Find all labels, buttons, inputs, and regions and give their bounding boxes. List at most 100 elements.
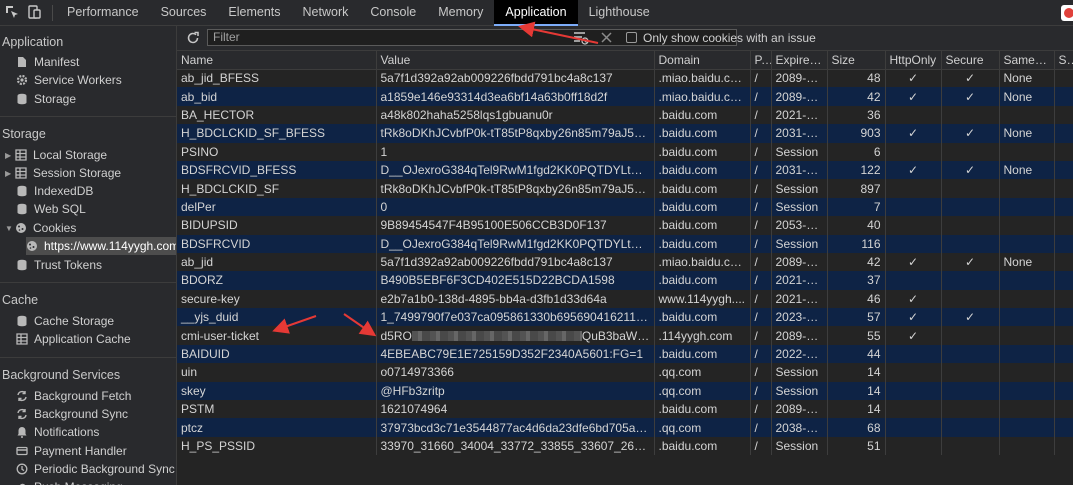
table-row[interactable]: skey @HFb3zritp .qq.com / Session 14 [177, 381, 1073, 401]
sidebar-item-trust-tokens[interactable]: Trust Tokens [16, 256, 102, 274]
sidebar-item-background-fetch[interactable]: Background Fetch [16, 387, 131, 405]
table-row[interactable]: BA_HECTOR a48k802haha5258lqs1gbuanu0r .bai… [177, 105, 1073, 125]
cell-httponly [885, 418, 942, 437]
table-row[interactable]: BIDUPSID 9B89454547F4B95100E506CCB3D0F137… [177, 216, 1073, 235]
table-row[interactable]: BDSFRCVID_BFESS D__OJexroG384qTel9RwM1fgd… [177, 160, 1073, 180]
table-row[interactable]: __yjs_duid 1_7499790f7e037ca095861330b695… [177, 308, 1073, 327]
table-row[interactable]: H_PS_PSSID 33970_31660_34004_33772_33855_… [177, 436, 1073, 456]
column-header-sa[interactable]: Sa [1054, 51, 1073, 70]
tab-memory[interactable]: Memory [427, 0, 494, 26]
cell-size: 57 [827, 308, 886, 327]
sidebar-item-label: Background Fetch [34, 389, 132, 403]
sidebar-item-web-sql[interactable]: Web SQL [16, 200, 86, 218]
table-row[interactable]: delPer 0 .baidu.com / Session 7 [177, 197, 1073, 217]
sidebar-item-session-storage[interactable]: ▶ Session Storage [5, 164, 121, 182]
table-header-row: Name Value Domain P... Expires... Size HttpOnl… [177, 51, 1073, 70]
tab-lighthouse[interactable]: Lighthouse [578, 0, 661, 26]
cell-sameparty [1054, 142, 1073, 161]
table-row[interactable]: ab_bid a1859e146e93314d3ea6bf14a63b0ff18d… [177, 87, 1073, 106]
sidebar-item-background-sync[interactable]: Background Sync [16, 405, 128, 423]
table-row[interactable]: PSINO 1 .baidu.com / Session 6 [177, 142, 1073, 161]
cell-sameparty [1054, 105, 1073, 125]
table-row[interactable]: uin o0714973366 .qq.com / Session 14 [177, 363, 1073, 382]
column-header-size[interactable]: Size [827, 51, 886, 70]
column-header-p[interactable]: P... [750, 51, 772, 70]
table-row[interactable]: ab_jid 5a7f1d392a92ab009226fbdd791bc4a8c1… [177, 252, 1073, 272]
tab-application[interactable]: Application [494, 0, 578, 26]
column-header-httponly[interactable]: HttpOnly [885, 51, 942, 70]
tab-sources[interactable]: Sources [150, 0, 218, 26]
sidebar-item-manifest[interactable]: Manifest [16, 53, 79, 71]
column-header-value[interactable]: Value [376, 51, 655, 70]
sidebar-item-cache-storage[interactable]: Cache Storage [16, 312, 114, 330]
sidebar-item-label: Manifest [34, 55, 80, 69]
cookie-table: Name Value Domain P... Expires... Size HttpOnl… [177, 51, 1073, 456]
cell-value: 1621074964 [376, 400, 655, 419]
cell-expires: 2089-0... [771, 69, 828, 88]
tab-elements[interactable]: Elements [217, 0, 291, 26]
sidebar-item-application-cache[interactable]: Application Cache [16, 330, 131, 348]
cell-name: skey [177, 381, 377, 401]
collapse-triangle-icon[interactable]: ▼ [5, 220, 15, 238]
sidebar-item-service-workers[interactable]: Service Workers [16, 71, 122, 89]
table-row[interactable]: cmi-user-ticket d5RO QuB3baWsw... .114yygh.… [177, 326, 1073, 345]
column-header-secure[interactable]: Secure [941, 51, 1000, 70]
expand-triangle-icon[interactable]: ▶ [5, 147, 15, 165]
cell-value: 33970_31660_34004_33772_33855_33607_2635… [376, 436, 655, 456]
cell-samesite: None [999, 87, 1055, 106]
table-row[interactable]: BAIDUID 4EBEABC79E1E725159D352F2340A5601:… [177, 344, 1073, 364]
sidebar-item-payment-handler[interactable]: Payment Handler [16, 442, 127, 460]
refresh-icon[interactable] [186, 31, 200, 45]
sidebar-item-notifications[interactable]: Notifications [16, 423, 99, 441]
cell-name: H_BDCLCKID_SF_BFESS [177, 124, 377, 143]
cell-httponly: ✓ [885, 326, 942, 345]
column-header-domain[interactable]: Domain [654, 51, 751, 70]
device-toolbar-icon[interactable] [27, 5, 41, 19]
cell-sameparty [1054, 381, 1073, 401]
cell-path: / [750, 363, 772, 382]
cell-size: 44 [827, 344, 886, 364]
cell-name: cmi-user-ticket [177, 326, 377, 345]
table-row[interactable]: ptcz 37973bcd3c71e3544877ac4d6da23dfe6bd7… [177, 418, 1073, 437]
cell-secure [941, 381, 1000, 401]
sidebar-item-https-www-114yygh-com[interactable]: https://www.114yygh.com [26, 237, 176, 255]
table-row[interactable]: ab_jid_BFESS 5a7f1d392a92ab009226fbdd791b… [177, 69, 1073, 88]
cell-secure [941, 344, 1000, 364]
delete-selected-icon[interactable] [601, 32, 612, 43]
table-row[interactable]: secure-key e2b7a1b0-138d-4895-bb4a-d3fb1d… [177, 289, 1073, 309]
sidebar-item-local-storage[interactable]: ▶ Local Storage [5, 146, 107, 164]
cell-domain: .baidu.com [654, 400, 751, 419]
sidebar-item-push-messaging[interactable]: Push Messaging [16, 478, 123, 485]
sidebar-item-storage[interactable]: Storage [16, 90, 76, 108]
cell-name: BAIDUID [177, 344, 377, 364]
expand-triangle-icon[interactable]: ▶ [5, 165, 15, 183]
cell-expires: 2089-0... [771, 326, 828, 345]
cell-name: ab_jid_BFESS [177, 69, 377, 88]
cell-secure: ✓ [941, 87, 1000, 106]
sidebar-item-label: Application Cache [34, 332, 131, 346]
only-issues-checkbox[interactable] [626, 32, 637, 43]
table-row[interactable]: BDSFRCVID D__OJexroG384qTel9RwM1fgd2KK0PQ… [177, 234, 1073, 253]
column-header-samesite[interactable]: SameSite [999, 51, 1055, 70]
cell-samesite: None [999, 69, 1055, 88]
clear-filtered-cookies-icon[interactable] [573, 31, 589, 45]
error-count-badge[interactable] [1061, 5, 1073, 21]
sidebar-item-cookies[interactable]: ▼ Cookies [5, 219, 76, 237]
table-row[interactable]: PSTM 1621074964 .baidu.com/2089-0... 14 [177, 400, 1073, 419]
column-header-expires[interactable]: Expires... [771, 51, 828, 70]
cell-name: secure-key [177, 289, 377, 309]
sidebar-item-indexeddb[interactable]: IndexedDB [16, 182, 93, 200]
cell-size: 122 [827, 160, 886, 180]
table-row[interactable]: H_BDCLCKID_SF_BFESS tRk8oDKhJCvbfP0k-tT85… [177, 124, 1073, 143]
cell-path: / [750, 69, 772, 88]
tab-network[interactable]: Network [292, 0, 360, 26]
cell-samesite [999, 105, 1055, 125]
column-header-name[interactable]: Name [177, 51, 377, 70]
tab-performance[interactable]: Performance [56, 0, 150, 26]
table-row[interactable]: BDORZ B490B5EBF6F3CD402E515D22BCDA1598 .ba… [177, 271, 1073, 290]
inspect-element-icon[interactable] [5, 5, 19, 19]
table-row[interactable]: H_BDCLCKID_SF tRk8oDKhJCvbfP0k-tT85tP8qxb… [177, 179, 1073, 198]
cell-sameparty [1054, 436, 1073, 456]
sidebar-item-periodic-background-sync[interactable]: Periodic Background Sync [16, 460, 175, 478]
tab-console[interactable]: Console [359, 0, 427, 26]
